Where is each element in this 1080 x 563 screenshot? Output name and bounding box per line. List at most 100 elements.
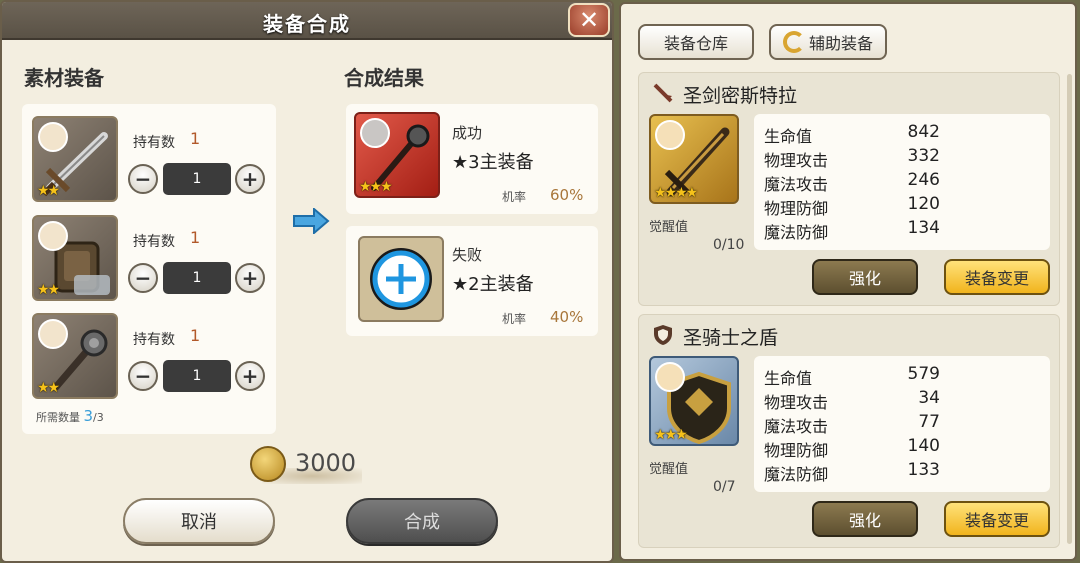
rate-label: 机率 (502, 312, 527, 326)
refresh-icon (782, 31, 805, 53)
sword-type-icon (653, 83, 673, 103)
stat-value: 246 (907, 170, 940, 190)
stat-label: 物理攻击 (764, 151, 829, 170)
stat-label: 魔法防御 (764, 223, 829, 242)
material-item-1[interactable]: ★★ (32, 116, 118, 202)
equipment-icon[interactable]: ★★★ (649, 356, 739, 446)
stat-value: 842 (907, 122, 940, 142)
increase-button[interactable]: + (235, 164, 265, 194)
holding-value: 1 (190, 326, 201, 345)
holding-label: 持有数 (133, 135, 175, 151)
warehouse-label: 装备仓库 (663, 34, 728, 53)
stat-label: 物理攻击 (764, 393, 829, 412)
avatar (38, 319, 68, 349)
plus-circle-icon (370, 248, 432, 310)
synthesis-dialog: 装备合成 ✕ 素材装备 合成结果 ★★ 持有数 1 − 1 + ★★ 持有数 1… (0, 0, 614, 563)
rarity-stars: ★★★★ (654, 185, 698, 201)
quantity-field[interactable]: 1 (163, 163, 231, 195)
title-bar: 装备合成 (2, 2, 612, 40)
result-status: 成功 (452, 124, 483, 142)
avatar (655, 362, 685, 392)
result-name: ★2主装备 (452, 274, 534, 295)
stat-label: 物理防御 (764, 199, 829, 218)
material-item-2[interactable]: ★★ (32, 215, 118, 301)
result-name: ★3主装备 (452, 152, 534, 173)
stats-box: 生命值 842 物理攻击 332 魔法攻击 246 物理防御 120 魔法防御 … (754, 114, 1050, 250)
rate-value: 60% (550, 186, 584, 204)
scrollbar[interactable] (1067, 74, 1072, 544)
stat-label: 生命值 (764, 127, 813, 146)
equipment-name: 圣剑密斯特拉 (683, 85, 798, 107)
synthesis-cost: 3000 (295, 449, 357, 477)
rarity-stars: ★★ (37, 183, 60, 199)
stat-label: 魔法防御 (764, 465, 829, 484)
result-status: 失败 (452, 246, 483, 264)
gold-coin-icon (250, 446, 286, 482)
increase-button[interactable]: + (235, 361, 265, 391)
holding-value: 1 (190, 129, 201, 148)
required-current: 3 (83, 407, 94, 425)
result-success-card: ★★★ 成功 ★3主装备 机率 60% (346, 104, 598, 214)
equipment-card: 圣剑密斯特拉 ★★★★ 觉醒值 0/10 生命值 842 物理攻击 332 魔法… (638, 72, 1060, 306)
synthesize-button[interactable]: 合成 (346, 498, 498, 544)
auxiliary-label: 辅助装备 (808, 34, 873, 53)
materials-title: 素材装备 (24, 66, 104, 90)
holding-label: 持有数 (133, 332, 175, 348)
stat-value: 332 (907, 146, 940, 166)
warehouse-button[interactable]: 装备仓库 (638, 24, 754, 60)
rarity-stars: ★★ (37, 380, 60, 396)
dialog-title: 装备合成 (263, 12, 351, 36)
awaken-label: 觉醒值 (649, 462, 689, 477)
auxiliary-button[interactable]: 辅助装备 (769, 24, 887, 60)
equipment-panel: 装备仓库 辅助装备 圣剑密斯特拉 ★★★★ 觉醒值 0/10 生命值 842 物… (619, 2, 1077, 561)
stat-label: 物理防御 (764, 441, 829, 460)
stat-value: 133 (907, 460, 940, 480)
result-item-icon: ★★★ (354, 112, 440, 198)
change-equipment-button[interactable]: 装备变更 (944, 501, 1050, 537)
avatar (655, 120, 685, 150)
enhance-button[interactable]: 强化 (812, 501, 918, 537)
stat-label: 生命值 (764, 369, 813, 388)
stat-label: 魔法攻击 (764, 417, 829, 436)
result-item-icon (358, 236, 444, 322)
decrease-button[interactable]: − (128, 164, 158, 194)
awaken-value: 0/10 (713, 237, 745, 253)
decrease-button[interactable]: − (128, 361, 158, 391)
quantity-field[interactable]: 1 (163, 262, 231, 294)
close-button[interactable]: ✕ (568, 3, 610, 37)
avatar (38, 122, 68, 152)
stat-value: 140 (907, 436, 940, 456)
arrow-right-icon (293, 208, 330, 234)
quantity-field[interactable]: 1 (163, 360, 231, 392)
awaken-value: 0/7 (713, 479, 736, 495)
stat-value: 134 (907, 218, 940, 238)
stat-label: 魔法攻击 (764, 175, 829, 194)
rarity-stars: ★★ (37, 282, 60, 298)
material-item-3[interactable]: ★★ (32, 313, 118, 399)
avatar (360, 118, 390, 148)
enhance-button[interactable]: 强化 (812, 259, 918, 295)
stats-box: 生命值 579 物理攻击 34 魔法攻击 77 物理防御 140 魔法防御 13… (754, 356, 1050, 492)
increase-button[interactable]: + (235, 263, 265, 293)
equipment-name: 圣骑士之盾 (683, 327, 779, 349)
stat-value: 120 (907, 194, 940, 214)
required-total: /3 (93, 411, 104, 424)
required-count: 所需数量 3/3 (36, 407, 104, 425)
cancel-button[interactable]: 取消 (123, 498, 275, 544)
equipment-icon[interactable]: ★★★★ (649, 114, 739, 204)
rate-value: 40% (550, 308, 584, 326)
avatar (38, 221, 68, 251)
change-equipment-button[interactable]: 装备变更 (944, 259, 1050, 295)
result-failure-card: 失败 ★2主装备 机率 40% (346, 226, 598, 336)
required-label: 所需数量 (36, 411, 80, 424)
awaken-label: 觉醒值 (649, 220, 689, 235)
stat-value: 34 (918, 388, 940, 408)
stat-value: 579 (907, 364, 940, 384)
rarity-stars: ★★★ (654, 427, 688, 443)
shield-type-icon (654, 325, 672, 345)
equipment-card: 圣骑士之盾 ★★★ 觉醒值 0/7 生命值 579 物理攻击 34 魔法攻击 7… (638, 314, 1060, 548)
rarity-stars: ★★★ (359, 179, 393, 195)
rate-label: 机率 (502, 190, 527, 204)
holding-label: 持有数 (133, 234, 175, 250)
decrease-button[interactable]: − (128, 263, 158, 293)
